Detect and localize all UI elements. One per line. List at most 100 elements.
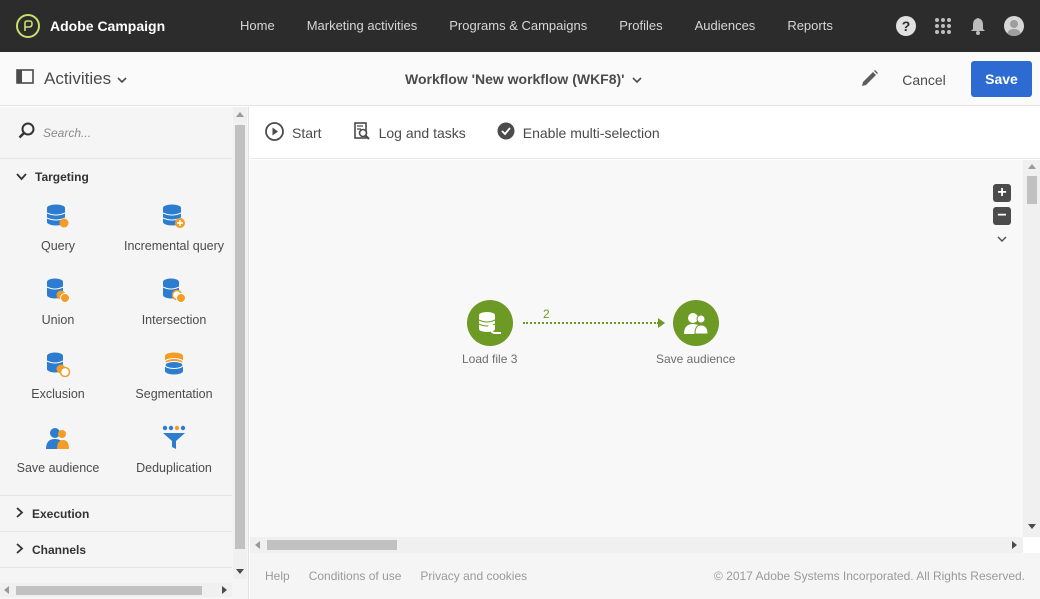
footer-help-link[interactable]: Help: [265, 569, 290, 583]
save-audience-icon: [672, 300, 719, 346]
canvas-horizontal-scrollbar[interactable]: [250, 537, 1023, 553]
node-label: Load file 3: [462, 352, 518, 366]
workflow-title[interactable]: Workflow 'New workflow (WKF8)': [405, 52, 642, 106]
section-targeting[interactable]: Targeting: [0, 159, 232, 195]
scroll-down-arrow-icon[interactable]: [1028, 524, 1036, 529]
scroll-down-arrow-icon[interactable]: [236, 569, 244, 574]
section-execution-label: Execution: [32, 506, 90, 521]
footer-terms-link[interactable]: Conditions of use: [309, 569, 402, 583]
panel-vertical-scroll-thumb[interactable]: [235, 125, 245, 549]
panel-horizontal-scroll-thumb[interactable]: [16, 586, 202, 595]
main-nav: Home Marketing activities Programs & Cam…: [224, 0, 849, 52]
workflow-node-load-file[interactable]: Load file 3: [462, 300, 517, 366]
brand[interactable]: Adobe Campaign: [16, 14, 224, 38]
chevron-down-icon: [16, 170, 27, 184]
log-and-tasks-button[interactable]: Log and tasks: [353, 121, 466, 144]
workflow-title-text: Workflow 'New workflow (WKF8)': [405, 71, 625, 87]
panel-horizontal-scrollbar[interactable]: [0, 583, 232, 597]
activity-save-audience[interactable]: Save audience: [0, 417, 116, 491]
segmentation-icon: [161, 349, 187, 379]
canvas-vertical-scroll-thumb[interactable]: [1027, 176, 1037, 204]
footer-copyright: © 2017 Adobe Systems Incorporated. All R…: [713, 569, 1025, 583]
footer: Help Conditions of use Privacy and cooki…: [250, 553, 1040, 599]
activity-query[interactable]: Query: [0, 195, 116, 269]
save-button[interactable]: Save: [971, 61, 1032, 97]
workflow-canvas[interactable]: + − Load file 3 2 Save audience: [250, 160, 1023, 537]
cancel-button[interactable]: Cancel: [894, 65, 954, 95]
zoom-controls: + −: [993, 184, 1011, 248]
node-label: Save audience: [656, 352, 736, 366]
activity-label: Union: [41, 313, 75, 327]
zoom-in-icon[interactable]: +: [993, 184, 1011, 202]
adobe-campaign-logo-icon: [16, 14, 40, 38]
nav-programs-campaigns[interactable]: Programs & Campaigns: [433, 0, 603, 52]
panel-icon: [16, 69, 34, 89]
canvas-vertical-scrollbar[interactable]: [1023, 160, 1040, 537]
activities-panel-toggle[interactable]: Activities: [16, 52, 127, 106]
transition-line[interactable]: [523, 322, 659, 324]
activity-label: Query: [40, 239, 76, 253]
canvas-horizontal-scroll-thumb[interactable]: [267, 540, 397, 550]
section-targeting-label: Targeting: [35, 170, 89, 184]
scroll-right-arrow-icon[interactable]: [1012, 541, 1017, 549]
incremental-query-icon: [161, 201, 187, 231]
search-box[interactable]: Search...: [0, 107, 232, 159]
start-button[interactable]: Start: [265, 121, 322, 144]
nav-home[interactable]: Home: [224, 0, 291, 52]
activity-label: Exclusion: [31, 387, 85, 401]
transition-count: 2: [543, 307, 550, 321]
nav-audiences[interactable]: Audiences: [679, 0, 772, 52]
scroll-up-arrow-icon[interactable]: [1028, 164, 1036, 169]
section-execution[interactable]: Execution: [0, 496, 232, 532]
activity-incremental-query[interactable]: Incremental query: [116, 195, 232, 269]
footer-privacy-link[interactable]: Privacy and cookies: [420, 569, 527, 583]
activity-union[interactable]: Union: [0, 269, 116, 343]
activity-intersection[interactable]: Intersection: [116, 269, 232, 343]
top-icons: ?: [878, 0, 1024, 52]
search-icon: [18, 122, 35, 144]
scroll-up-arrow-icon[interactable]: [236, 112, 244, 117]
play-icon: [265, 121, 292, 144]
scroll-left-arrow-icon[interactable]: [255, 541, 260, 549]
apps-grid-icon[interactable]: [934, 17, 952, 35]
workflow-toolbar: Start Log and tasks Enable multi-selecti…: [250, 107, 1040, 159]
enable-multi-selection-button[interactable]: Enable multi-selection: [497, 122, 660, 143]
workflow-node-save-audience[interactable]: Save audience: [656, 300, 735, 366]
activity-label: Segmentation: [135, 387, 213, 401]
start-label: Start: [292, 124, 322, 141]
activity-exclusion[interactable]: Exclusion: [0, 343, 116, 417]
panel-vertical-scrollbar[interactable]: [233, 107, 247, 579]
chevron-down-icon[interactable]: [997, 230, 1007, 248]
activity-deduplication[interactable]: Deduplication: [116, 417, 232, 491]
activity-label: Save audience: [16, 461, 100, 475]
log-label: Log and tasks: [378, 124, 466, 141]
check-circle-icon: [497, 122, 523, 143]
chevron-down-icon: [631, 71, 642, 87]
app-name: Adobe Campaign: [50, 18, 166, 34]
section-channels[interactable]: Channels: [0, 532, 232, 568]
edit-pencil-icon[interactable]: [860, 69, 879, 93]
top-bar: Adobe Campaign Home Marketing activities…: [0, 0, 1040, 52]
zoom-out-icon[interactable]: −: [993, 207, 1011, 225]
chevron-down-icon: [117, 69, 127, 89]
activity-segmentation[interactable]: Segmentation: [116, 343, 232, 417]
search-input[interactable]: Search...: [43, 126, 91, 140]
scroll-right-arrow-icon[interactable]: [222, 586, 227, 594]
bell-icon[interactable]: [970, 17, 986, 35]
intersection-icon: [161, 275, 187, 305]
nav-marketing-activities[interactable]: Marketing activities: [291, 0, 434, 52]
activities-title: Activities: [44, 69, 112, 88]
nav-profiles[interactable]: Profiles: [603, 0, 678, 52]
activity-label: Deduplication: [136, 461, 212, 475]
chevron-right-icon: [16, 542, 24, 557]
activity-label: Incremental query: [123, 239, 225, 253]
help-icon[interactable]: ?: [896, 16, 916, 36]
save-audience-icon: [45, 423, 71, 453]
exclusion-icon: [45, 349, 71, 379]
query-icon: [45, 201, 71, 231]
nav-reports[interactable]: Reports: [771, 0, 849, 52]
workflow-header: Activities Workflow 'New workflow (WKF8)…: [0, 52, 1040, 106]
scroll-left-arrow-icon[interactable]: [4, 586, 9, 594]
avatar[interactable]: [1004, 16, 1024, 36]
load-file-icon: [466, 300, 513, 346]
